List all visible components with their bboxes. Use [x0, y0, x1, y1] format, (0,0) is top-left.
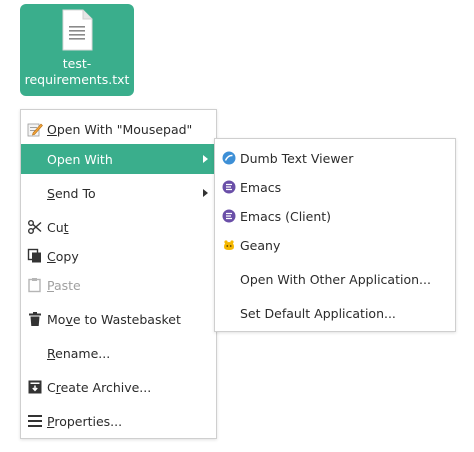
menu-item-rename[interactable]: Rename...	[21, 338, 216, 368]
copy-icon	[27, 248, 43, 264]
file-name-label: test- requirements.txt	[24, 56, 130, 87]
desktop-file-icon[interactable]: test- requirements.txt	[20, 4, 134, 96]
submenu-item-set-default-application[interactable]: Set Default Application...	[215, 298, 455, 328]
archive-icon	[27, 379, 43, 395]
submenu-item-dumb-text-viewer[interactable]: Dumb Text Viewer	[215, 143, 455, 173]
menu-item-open-with[interactable]: Open With	[21, 144, 216, 174]
menu-item-cut[interactable]: Cut	[21, 212, 216, 242]
paste-icon	[27, 277, 43, 293]
context-menu: Open With "Mousepad" Open With Send To C…	[20, 109, 217, 439]
submenu-item-emacs-client[interactable]: Emacs (Client)	[215, 201, 455, 231]
open-with-submenu: Dumb Text Viewer Emacs Emacs (Client) Ge…	[214, 138, 456, 332]
menu-item-send-to[interactable]: Send To	[21, 178, 216, 208]
geany-icon	[221, 237, 237, 253]
properties-icon	[27, 413, 43, 429]
menu-item-open-with-mousepad[interactable]: Open With "Mousepad"	[21, 114, 216, 144]
submenu-item-geany[interactable]: Geany	[215, 230, 455, 260]
menu-item-paste[interactable]: Paste	[21, 270, 216, 300]
submenu-item-emacs[interactable]: Emacs	[215, 172, 455, 202]
menu-item-copy[interactable]: Copy	[21, 241, 216, 271]
emacs-icon	[221, 179, 237, 195]
trash-icon	[27, 311, 43, 327]
scissors-icon	[27, 219, 43, 235]
dumb-text-viewer-icon	[221, 150, 237, 166]
menu-item-move-to-wastebasket[interactable]: Move to Wastebasket	[21, 304, 216, 334]
pencil-icon	[27, 121, 43, 137]
text-file-icon	[62, 9, 93, 51]
chevron-right-icon	[203, 189, 208, 197]
submenu-item-open-with-other-application[interactable]: Open With Other Application...	[215, 264, 455, 294]
menu-item-create-archive[interactable]: Create Archive...	[21, 372, 216, 402]
emacs-icon	[221, 208, 237, 224]
menu-item-properties[interactable]: Properties...	[21, 406, 216, 436]
chevron-right-icon	[203, 155, 208, 163]
